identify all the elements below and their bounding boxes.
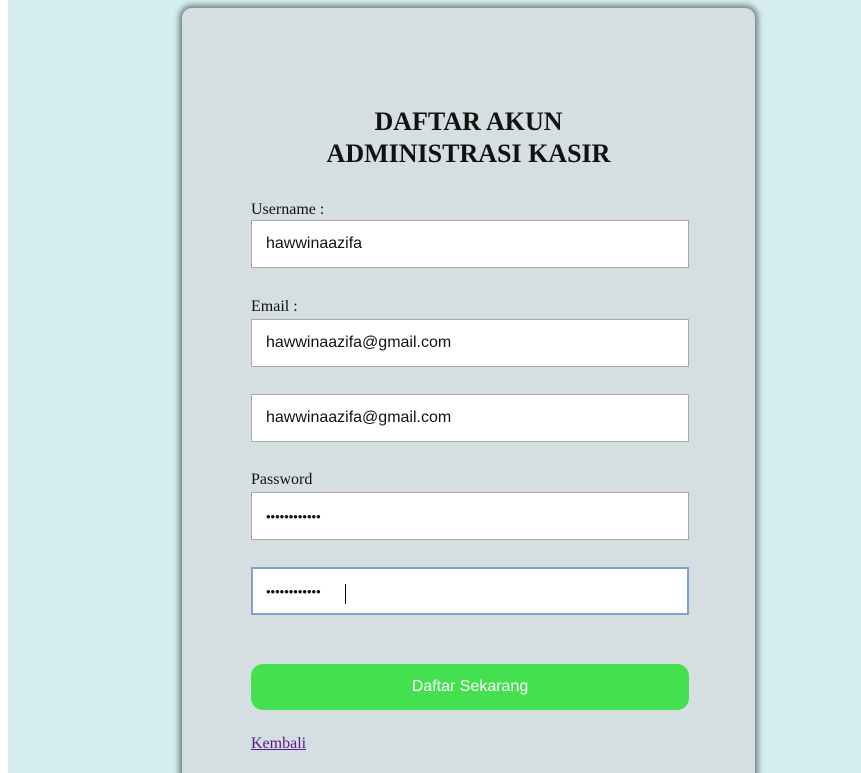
page-background: DAFTAR AKUN ADMINISTRASI KASIR Username … xyxy=(8,0,861,773)
password-input[interactable] xyxy=(251,492,689,540)
password-confirm-input[interactable] xyxy=(251,567,689,615)
register-card: DAFTAR AKUN ADMINISTRASI KASIR Username … xyxy=(182,8,755,773)
back-link[interactable]: Kembali xyxy=(251,735,306,753)
title-line-2: ADMINISTRASI KASIR xyxy=(326,139,611,168)
email-confirm-input[interactable] xyxy=(251,394,689,442)
username-input[interactable] xyxy=(251,220,689,268)
title-line-1: DAFTAR AKUN xyxy=(374,107,563,136)
page-title: DAFTAR AKUN ADMINISTRASI KASIR xyxy=(182,106,755,170)
username-label: Username : xyxy=(251,201,325,218)
email-input[interactable] xyxy=(251,319,689,367)
register-submit-button[interactable]: Daftar Sekarang xyxy=(251,664,689,710)
password-label: Password xyxy=(251,471,313,488)
email-label: Email : xyxy=(251,298,298,315)
text-caret xyxy=(345,584,346,604)
